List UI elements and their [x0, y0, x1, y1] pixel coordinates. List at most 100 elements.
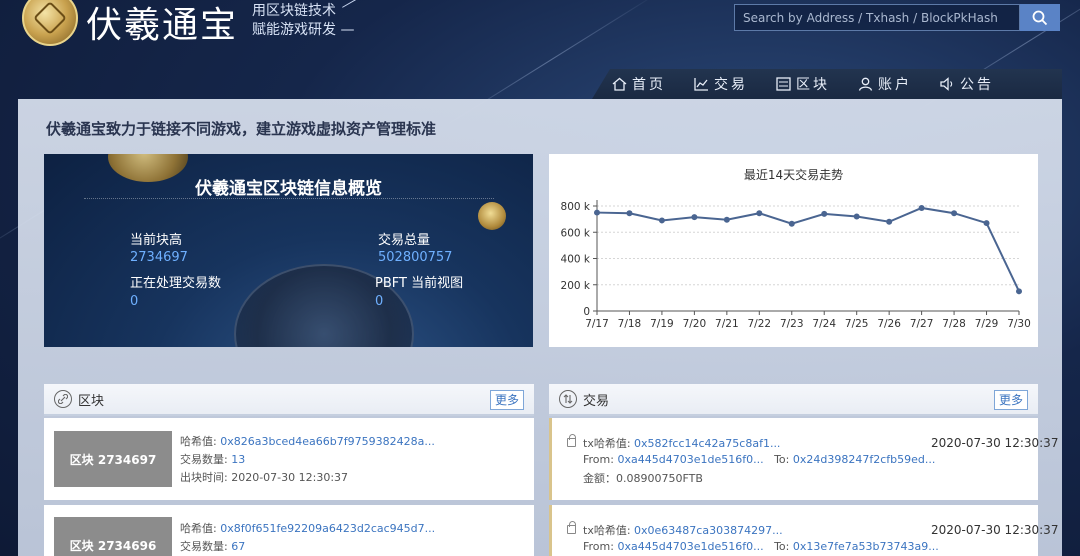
lock-icon [567, 434, 576, 447]
block-thumb[interactable]: 区块 2734697 [54, 431, 172, 487]
main-nav: 首页 交易 区块 账户 公告 [592, 69, 1062, 99]
tx-time: 2020-07-30 12:30:37 [931, 436, 1059, 450]
nav-announcements-label: 公告 [960, 77, 994, 93]
chart-point [658, 217, 665, 224]
block-tx-count-key: 交易数量: [180, 453, 228, 466]
chart-point [886, 218, 893, 225]
tx-to-key: To: [774, 453, 790, 466]
chart-x-tick-label: 7/24 [812, 318, 836, 330]
speaker-icon [940, 77, 953, 91]
tx-amount-value: 0.08900750FTB [616, 472, 703, 485]
chart-x-tick-label: 7/30 [1007, 318, 1031, 330]
nav-transactions[interactable]: 交易 [694, 74, 748, 94]
chart-y-tick-label: 0 [583, 306, 590, 318]
logo-coin-icon[interactable] [22, 0, 78, 46]
tx-amount: 金额：0.08900750FTB [583, 470, 703, 486]
chart-point [691, 214, 698, 221]
overview-divider [84, 198, 494, 199]
home-icon [612, 77, 627, 91]
nav-blocks-label: 区块 [796, 77, 830, 93]
processing-label: 正在处理交易数 [130, 276, 222, 291]
chart-x-tick-label: 7/19 [650, 318, 674, 330]
current-height-value: 2734697 [130, 250, 188, 265]
block-hash-value[interactable]: 0x8f0f651fe92209a6423d2cac945d7... [220, 522, 435, 535]
chart-point [853, 213, 860, 220]
nav-transactions-label: 交易 [714, 77, 748, 93]
current-height-label: 当前块高 [130, 233, 183, 248]
tx-amount-key: 金额： [583, 472, 616, 485]
tx-total-label: 交易总量 [378, 233, 431, 248]
list-icon [776, 77, 791, 91]
chart-point [821, 210, 828, 217]
user-icon [858, 77, 873, 91]
block-card[interactable]: 区块 2734697 哈希值: 0x826a3bced4ea66b7f97593… [44, 418, 534, 500]
chart-x-tick-label: 7/29 [975, 318, 999, 330]
chart-point [918, 204, 925, 211]
tx-hash-value[interactable]: 0x0e63487ca303874297... [634, 524, 783, 537]
chart-icon [694, 78, 708, 91]
chart-x-tick-label: 7/18 [618, 318, 642, 330]
chart-y-tick-label: 400 k [561, 254, 591, 266]
tx-total-value: 502800757 [378, 250, 453, 265]
tx-hash: tx哈希值: 0x582fcc14c42a75c8af1... [583, 435, 780, 451]
pbft-value: 0 [375, 294, 384, 309]
chart-point [951, 210, 958, 217]
tx-from-to: From: 0xa445d4703e1de516f0... To: 0x13e7… [583, 540, 939, 553]
chart-x-tick-label: 7/23 [780, 318, 804, 330]
tx-hash-key: tx哈希值: [583, 524, 631, 537]
chart-point [1016, 288, 1022, 295]
chart-point [594, 209, 600, 216]
tx-hash-key: tx哈希值: [583, 437, 631, 450]
tx-trend-chart: 最近14天交易走势 0 200 k 400 k 600 k 800 k 7/17 7/18 7… [549, 154, 1038, 347]
block-tx-count-value: 13 [231, 453, 246, 466]
tx-hash-value[interactable]: 0x582fcc14c42a75c8af1... [634, 437, 780, 450]
blocks-section-title: 区块 [78, 393, 105, 409]
chart-x-tick-label: 7/20 [683, 318, 707, 330]
chart-x-tick-label: 7/26 [877, 318, 901, 330]
overview-title: 伏羲通宝区块链信息概览 [195, 179, 382, 199]
chart-y-tick-label: 800 k [561, 201, 591, 213]
search-icon [1032, 10, 1048, 25]
chart-x-tick-label: 7/17 [585, 318, 609, 330]
chart-point [756, 210, 763, 217]
block-hash: 哈希值: 0x8f0f651fe92209a6423d2cac945d7... [180, 520, 435, 536]
chart-x-tick-label: 7/27 [910, 318, 934, 330]
search-button[interactable] [1020, 4, 1060, 31]
slogan-line-1: 用区块链技术 [252, 3, 336, 19]
block-thumb[interactable]: 区块 2734696 [54, 517, 172, 556]
tx-to-value[interactable]: 0x13e7fe7a53b73743a9... [793, 540, 939, 553]
nav-home[interactable]: 首页 [612, 74, 666, 94]
logo-title[interactable]: 伏羲通宝 [86, 0, 238, 48]
slogan: 用区块链技术 赋能游戏研发 — [252, 2, 354, 40]
lock-icon [567, 521, 576, 534]
block-time-value: 2020-07-30 12:30:37 [231, 471, 349, 484]
tagline: 伏羲通宝致力于链接不同游戏，建立游戏虚拟资产管理标准 [46, 120, 437, 138]
tx-more-button[interactable]: 更多 [993, 390, 1028, 410]
block-tx-count-key: 交易数量: [180, 540, 228, 553]
block-hash-key: 哈希值: [180, 435, 217, 448]
overview-card: 伏羲通宝区块链信息概览 当前块高 2734697 交易总量 502800757 … [44, 154, 533, 347]
blocks-section-header: 区块 更多 [44, 384, 534, 416]
chart-point [723, 216, 730, 223]
chart-y-tick-label: 600 k [561, 227, 591, 239]
tx-from-key: From: [583, 540, 614, 553]
nav-accounts-label: 账户 [878, 77, 912, 93]
search-input[interactable] [734, 4, 1020, 31]
tx-card[interactable]: tx哈希值: 0x582fcc14c42a75c8af1... 2020-07-… [549, 418, 1058, 500]
tx-from-key: From: [583, 453, 614, 466]
nav-announcements[interactable]: 公告 [940, 74, 994, 94]
tx-to-key: To: [774, 540, 790, 553]
block-hash-value[interactable]: 0x826a3bced4ea66b7f9759382428a... [220, 435, 435, 448]
block-tx-count: 交易数量: 67 [180, 538, 245, 554]
block-card[interactable]: 区块 2734696 哈希值: 0x8f0f651fe92209a6423d2c… [44, 505, 534, 556]
blocks-more-button[interactable]: 更多 [489, 390, 524, 410]
nav-home-label: 首页 [632, 77, 666, 93]
nav-accounts[interactable]: 账户 [858, 74, 912, 94]
nav-blocks[interactable]: 区块 [776, 74, 830, 94]
tx-from-value[interactable]: 0xa445d4703e1de516f0... [617, 453, 763, 466]
tx-card[interactable]: tx哈希值: 0x0e63487ca303874297... 2020-07-3… [549, 505, 1058, 556]
tx-to-value[interactable]: 0x24d398247f2cfb59ed... [793, 453, 936, 466]
block-time-key: 出块时间: [180, 471, 228, 484]
tx-from-value[interactable]: 0xa445d4703e1de516f0... [617, 540, 763, 553]
chart-point [788, 220, 795, 227]
